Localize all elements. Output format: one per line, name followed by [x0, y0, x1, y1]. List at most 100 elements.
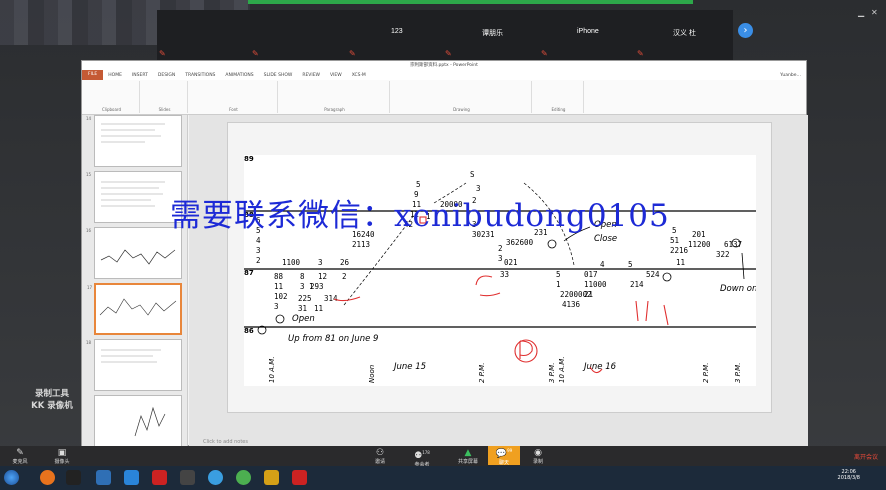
slide-thumbnail[interactable]: 14 [86, 115, 182, 167]
qq-icon[interactable] [66, 470, 81, 485]
svg-text:214: 214 [630, 280, 644, 289]
svg-text:017: 017 [584, 270, 598, 279]
current-slide[interactable]: 89 88 87 86 65432 88 11 102 3 83 1 225 31 110… [227, 122, 773, 413]
svg-text:201: 201 [692, 230, 706, 239]
svg-text:12: 12 [318, 272, 327, 281]
record-button[interactable]: ◉ 录制 [522, 448, 554, 465]
tab-animations[interactable]: ANIMATIONS [220, 73, 258, 78]
tab-home[interactable]: HOME [103, 73, 127, 78]
mic-button[interactable]: ✎ 麦克风 [4, 448, 36, 465]
slide-thumbnail[interactable]: 16 [86, 227, 182, 279]
close-icon[interactable]: ✕ [871, 8, 878, 17]
svg-text:102: 102 [274, 292, 288, 301]
svg-text:3: 3 [318, 258, 323, 267]
slide-thumbnail[interactable]: 18 [86, 339, 182, 391]
slide-thumbnail[interactable]: 15 [86, 171, 182, 223]
svg-text:3: 3 [498, 254, 503, 263]
tab-file[interactable]: FILE [82, 70, 104, 80]
row-label: 89 [244, 155, 254, 163]
editing-group[interactable]: Editing [534, 81, 584, 113]
svg-text:8: 8 [300, 272, 305, 281]
svg-text:1: 1 [556, 280, 561, 289]
share-screen-button[interactable]: ▲ 共享屏幕 [452, 448, 484, 465]
participant-name: 谭朋乐 [482, 30, 503, 37]
tool-icon[interactable] [264, 470, 279, 485]
svg-text:33: 33 [500, 270, 509, 279]
participants-button[interactable]: ⚉178 参会者 [406, 448, 438, 468]
invite-button[interactable]: ⚇ 邀请 [364, 448, 396, 465]
folder-icon[interactable] [180, 470, 195, 485]
meeting-toolbar: ✎ 麦克风 ▣ 摄像头 ⚇ 邀请 ⚉178 参会者 ▲ 共享屏幕 💬99 聊天 ◉ 录制 离开… [0, 446, 886, 468]
svg-text:3: 3 [274, 302, 279, 311]
svg-text:2113: 2113 [352, 240, 370, 249]
svg-text:2 P.M.: 2 P.M. [478, 363, 486, 383]
chat-app-icon[interactable] [236, 470, 251, 485]
mic-muted-icon: ✎ [349, 49, 356, 58]
camera-button[interactable]: ▣ 摄像头 [46, 448, 78, 465]
tab-design[interactable]: DESIGN [153, 73, 180, 78]
mic-muted-icon: ✎ [637, 49, 644, 58]
leave-meeting-button[interactable]: 离开会议 [854, 452, 878, 461]
participant-name: 汉义 杜 [673, 30, 696, 37]
tab-extra[interactable]: XCS·M [347, 73, 371, 78]
svg-text:11200: 11200 [688, 240, 711, 249]
svg-text:31: 31 [298, 304, 307, 313]
drawing-group[interactable]: Drawing [392, 81, 532, 113]
tab-slideshow[interactable]: SLIDE SHOW [259, 73, 298, 78]
tab-view[interactable]: VIEW [325, 73, 347, 78]
ribbon-tabs: FILE HOME INSERT DESIGN TRANSITIONS ANIM… [82, 70, 806, 80]
wps-icon-2[interactable] [292, 470, 307, 485]
svg-text:2: 2 [342, 272, 347, 281]
participant-name: iPhone [577, 28, 599, 35]
slide-thumbnail-selected[interactable]: 17 [87, 283, 182, 335]
date-label: June 16 [582, 362, 617, 372]
svg-text:3 P.M.: 3 P.M. [734, 363, 742, 383]
tab-insert[interactable]: INSERT [127, 73, 153, 78]
svg-text:293: 293 [310, 282, 324, 291]
slide-thumbnail[interactable] [94, 395, 182, 447]
media-icon[interactable] [124, 470, 139, 485]
browser-icon[interactable] [40, 470, 55, 485]
wps-icon[interactable] [152, 470, 167, 485]
share-icon: ▲ [464, 448, 472, 458]
windows-taskbar: 22:06 2018/3/8 [0, 466, 886, 490]
meeting-icon[interactable] [208, 470, 223, 485]
tab-transitions[interactable]: TRANSITIONS [180, 73, 220, 78]
record-icon: ◉ [534, 448, 542, 458]
svg-text:51: 51 [670, 236, 679, 245]
row-label: 87 [244, 269, 254, 277]
chat-button[interactable]: 💬99 聊天 [488, 446, 520, 466]
svg-text:11: 11 [676, 258, 685, 267]
minimize-icon[interactable]: ▁ [858, 8, 864, 17]
app-icon[interactable] [96, 470, 111, 485]
svg-text:4: 4 [256, 236, 261, 245]
system-clock[interactable]: 22:06 2018/3/8 [838, 469, 860, 481]
svg-text:5: 5 [416, 180, 421, 189]
svg-text:21: 21 [584, 290, 593, 299]
tab-review[interactable]: REVIEW [297, 73, 325, 78]
clipboard-group[interactable]: Clipboard [84, 81, 140, 113]
svg-text:314: 314 [324, 294, 338, 303]
row-label: 86 [244, 327, 254, 335]
svg-text:2 P.M.: 2 P.M. [702, 363, 710, 383]
svg-text:88: 88 [274, 272, 284, 281]
svg-text:4: 4 [600, 260, 605, 269]
date-label: June 15 [392, 362, 426, 372]
annotation-close: Close [594, 234, 617, 244]
font-group[interactable]: Font [190, 81, 278, 113]
svg-text:3: 3 [256, 246, 261, 255]
start-icon[interactable] [4, 470, 19, 485]
paragraph-group[interactable]: Paragraph [280, 81, 390, 113]
svg-text:2216: 2216 [670, 246, 689, 255]
slide-canvas[interactable]: 89 88 87 86 65432 88 11 102 3 83 1 225 31 110… [189, 115, 808, 447]
svg-text:Noon: Noon [368, 365, 376, 383]
chat-icon: 💬99 [495, 448, 513, 459]
camera-icon: ▣ [57, 448, 67, 458]
next-page-icon[interactable]: › [738, 23, 753, 38]
slides-group[interactable]: Slides [142, 81, 188, 113]
svg-text:1100: 1100 [282, 258, 301, 267]
slide-thumbnails[interactable]: 14 15 16 17 18 [82, 115, 188, 447]
participant-name: 123 [391, 28, 403, 35]
svg-text:5: 5 [556, 270, 561, 279]
svg-text:11: 11 [274, 282, 283, 291]
